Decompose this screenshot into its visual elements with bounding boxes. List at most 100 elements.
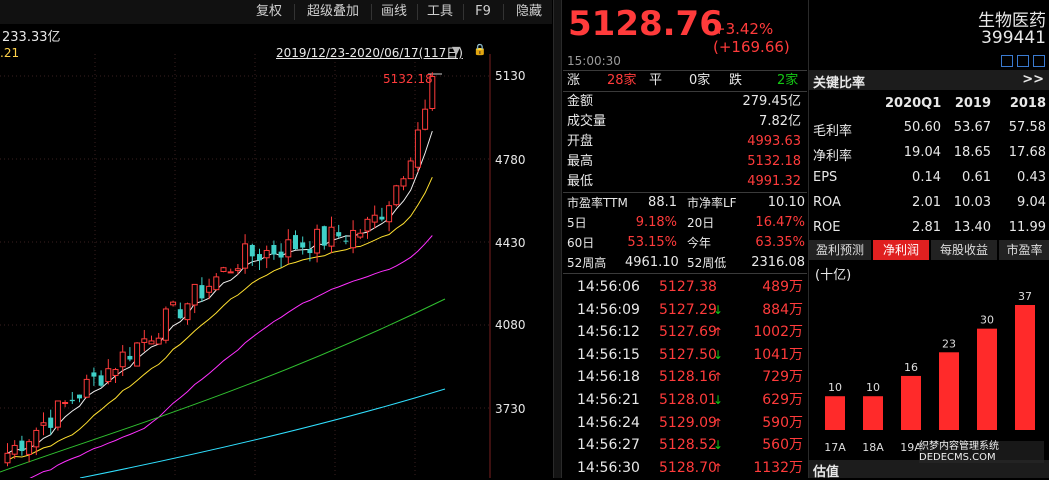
candle-body: [119, 351, 126, 368]
candle-body: [371, 214, 378, 223]
tab-pe[interactable]: 市盈率: [999, 240, 1049, 260]
arrow-down-icon: ↓: [713, 347, 724, 362]
forecast-value-label: 10: [866, 381, 880, 394]
date-range-label[interactable]: 2019/12/23-2020/06/17(117日): [276, 44, 463, 61]
tick-row[interactable]: 14:56:18 5128.16 ↑ 729万: [563, 366, 807, 388]
edit-icon[interactable]: [1001, 55, 1013, 67]
candle-body: [321, 226, 327, 246]
metric-label: 市盈率TTM: [567, 196, 628, 210]
more-button[interactable]: >>: [1022, 72, 1044, 87]
candle-body: [48, 417, 54, 428]
candle-body: [191, 283, 198, 306]
candle-body: [407, 160, 414, 180]
candle-body: [328, 226, 335, 247]
toolbar-draw-button[interactable]: 画线: [374, 3, 414, 21]
window-icon[interactable]: [1033, 55, 1045, 67]
tick-volume: 560万: [762, 437, 803, 454]
ma60-line: [0, 298, 446, 473]
ratio-value: 2.81: [912, 220, 941, 235]
stat-value: 4991.32: [747, 174, 801, 189]
toolbar-overlay-button[interactable]: 超级叠加: [298, 3, 368, 21]
forecast-value-label: 30: [980, 314, 994, 327]
ratio-row-label: 毛利率: [813, 124, 853, 139]
candle-body: [199, 285, 205, 299]
ratio-row-label: ROA: [813, 195, 841, 210]
candle-body: [227, 271, 234, 274]
metric-row: 5日 9.18% 20日 16.47%: [563, 213, 807, 233]
stat-value: 279.45亿: [742, 94, 802, 109]
forecast-value-label: 10: [828, 381, 842, 394]
toolbar-f9-button[interactable]: F9: [466, 3, 500, 21]
metric-value: 63.35%: [755, 235, 805, 250]
arrow-up-icon: ↑: [713, 370, 724, 385]
candle-body: [148, 340, 155, 345]
panel-divider[interactable]: [553, 0, 562, 478]
forecast-bar: [939, 352, 959, 430]
tick-row[interactable]: 14:56:30 5128.70 ↑ 1132万: [563, 457, 807, 479]
lock-icon[interactable]: 🔒: [473, 43, 487, 56]
tick-volume: 1041万: [753, 346, 803, 363]
arrow-down-icon: ↓: [713, 302, 724, 317]
ratio-col-header: 2018: [1009, 96, 1046, 111]
tick-row[interactable]: 14:56:09 5127.29 ↓ 884万: [563, 299, 807, 321]
valuation-label[interactable]: 估值: [813, 461, 839, 480]
metric-label: 60日: [567, 236, 595, 250]
toolbar-tools-button[interactable]: 工具: [420, 3, 460, 21]
candle-body: [307, 249, 313, 254]
candle-body: [278, 251, 284, 258]
ma20-line: [29, 235, 433, 478]
breadth-row: 涨 28家 平 0家 跌 2家: [563, 71, 803, 91]
tick-row[interactable]: 14:56:21 5128.01 ↓ 629万: [563, 389, 807, 411]
tick-time: 14:56:09: [577, 301, 640, 318]
candle-body: [91, 372, 97, 377]
ratio-value: 53.67: [953, 120, 991, 135]
tick-row[interactable]: 14:56:27 5128.52 ↓ 560万: [563, 434, 807, 456]
tick-price: 5127.29: [659, 301, 717, 318]
candle-body: [422, 108, 429, 130]
kline-chart[interactable]: 233.33亿 .21 2019/12/23-2020/06/17(117日) …: [0, 24, 552, 478]
candle-body: [364, 218, 371, 232]
forecast-bar: [901, 375, 921, 430]
settings-icon[interactable]: [1017, 55, 1029, 67]
forecast-bar: [1015, 305, 1035, 430]
candle-body: [379, 216, 385, 220]
candle-body: [98, 375, 104, 386]
tick-volume: 729万: [762, 369, 803, 386]
tick-row[interactable]: 14:56:15 5127.50 ↓ 1041万: [563, 344, 807, 366]
range-dropdown-icon[interactable]: ▼: [452, 44, 460, 57]
tab-forecast[interactable]: 盈利预测: [809, 240, 871, 260]
arrow-up-icon: ↑: [713, 460, 724, 475]
tick-price: 5129.09: [659, 414, 717, 431]
tab-net-profit[interactable]: 净利润: [873, 240, 929, 260]
last-price: 5128.76: [568, 4, 723, 44]
toolbar-fuquan-button[interactable]: 复权: [247, 3, 291, 21]
tab-eps[interactable]: 每股收益: [931, 240, 997, 260]
stat-label: 金额: [567, 94, 594, 109]
ratio-row-label: EPS: [813, 170, 838, 185]
index-code: 399441: [981, 28, 1046, 48]
metric-value: 10.10: [767, 195, 805, 210]
ratio-value: 0.61: [962, 170, 991, 185]
price-tick: 4080: [495, 318, 526, 332]
tick-row[interactable]: 14:56:24 5129.09 ↑ 590万: [563, 412, 807, 434]
candle-body: [11, 444, 18, 455]
metric-label: 今年: [687, 236, 712, 250]
candle-body: [234, 268, 241, 271]
forecast-bar: [977, 328, 997, 430]
tick-row[interactable]: 14:56:12 5127.69 ↑ 1002万: [563, 321, 807, 343]
forecast-bar: [825, 396, 845, 430]
arrow-up-icon: ↑: [713, 415, 724, 430]
down-count-label: 跌: [729, 73, 743, 88]
toolbar-hide-button[interactable]: 隐藏: [506, 3, 552, 21]
ratio-value: 19.04: [903, 145, 941, 160]
tick-row[interactable]: 14:56:06 5127.38 489万: [563, 276, 807, 298]
stat-label: 最低: [567, 174, 594, 189]
candle-body: [155, 337, 162, 345]
stat-row: 最低 4991.32: [563, 172, 803, 192]
metric-value: 16.47%: [755, 215, 805, 230]
arrow-down-icon: ↓: [713, 393, 724, 407]
ratio-header: 关键比率: [813, 76, 866, 91]
metric-value: 53.15%: [627, 235, 677, 250]
candle-body: [162, 308, 169, 341]
ma-value-label: .21: [0, 46, 20, 60]
